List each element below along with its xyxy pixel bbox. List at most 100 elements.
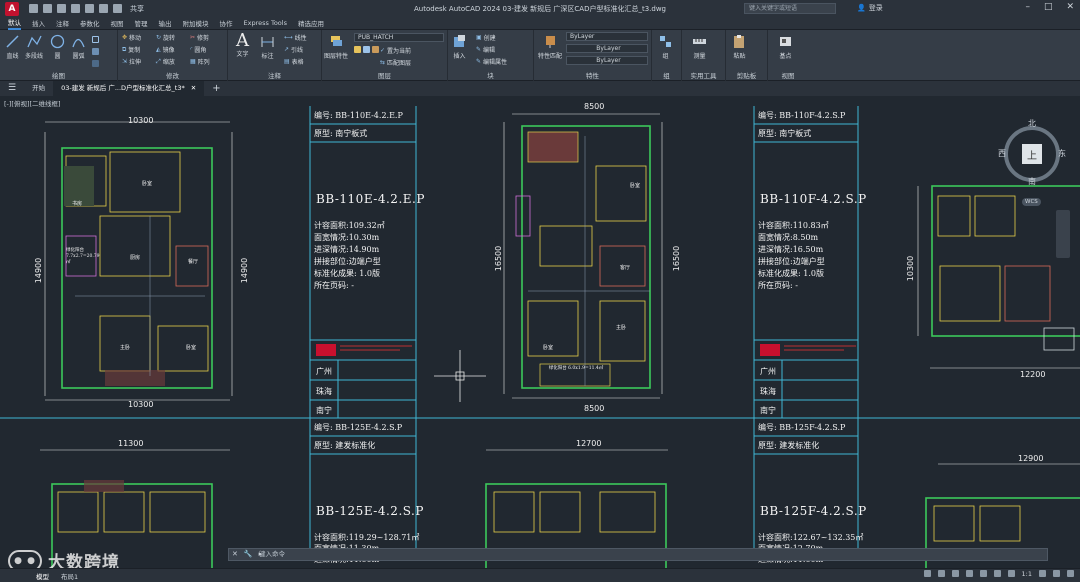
polyline-tool[interactable]: 多段线 bbox=[25, 34, 43, 60]
wrench-icon[interactable]: 🔧 bbox=[244, 550, 253, 558]
layers-panel-title[interactable]: 图层 bbox=[322, 70, 447, 80]
move-tool[interactable]: ✥ 移动 bbox=[122, 33, 141, 42]
help-search-input[interactable]: 键入关键字或短语 bbox=[744, 3, 836, 14]
insert-block-tool[interactable]: 插入 bbox=[452, 34, 467, 60]
ribbon-tab[interactable]: Express Tools bbox=[244, 19, 287, 27]
color-dropdown[interactable]: ByLayer bbox=[566, 32, 648, 41]
autocad-logo-icon[interactable]: A bbox=[5, 1, 19, 16]
arc-tool[interactable]: 圆弧 bbox=[71, 34, 86, 60]
share-button[interactable]: 共享 bbox=[130, 4, 144, 14]
workspace-icon[interactable] bbox=[1053, 570, 1060, 577]
layer-properties-tool[interactable]: 图层特性 bbox=[324, 34, 348, 60]
modify-panel-title[interactable]: 修改 bbox=[118, 70, 227, 80]
ribbon-tab[interactable]: 插入 bbox=[32, 18, 45, 28]
plot-icon[interactable] bbox=[85, 4, 94, 13]
linear-dim-tool[interactable]: ⟷ 线性 bbox=[284, 33, 307, 42]
group-tool[interactable]: 组 bbox=[658, 34, 673, 60]
copy-tool[interactable]: ⧉ 复制 bbox=[122, 45, 140, 55]
boundary-tool[interactable] bbox=[92, 60, 99, 67]
osnap-icon[interactable] bbox=[993, 570, 1001, 577]
viewcube[interactable]: 上 北 南 东 西 bbox=[998, 119, 1066, 187]
login-button[interactable]: 👤 登录 bbox=[857, 3, 883, 13]
ribbon-tab[interactable]: 输出 bbox=[159, 18, 172, 28]
edit-block-tool[interactable]: ✎ 编辑 bbox=[476, 45, 495, 54]
drawing-tab[interactable]: 03-建发 新规后 广...D户型标准化汇总_t3* ✕ bbox=[53, 81, 205, 96]
customize-icon[interactable] bbox=[1067, 570, 1074, 577]
layout-tab[interactable]: 布局1 bbox=[55, 571, 84, 581]
viewcube-north[interactable]: 北 bbox=[1028, 118, 1036, 129]
edit-attributes-tool[interactable]: ✎ 编辑属性 bbox=[476, 57, 507, 66]
app-menu-icon[interactable]: ☰ bbox=[0, 81, 24, 96]
ribbon-tab[interactable]: 视图 bbox=[111, 18, 124, 28]
ribbon-tab[interactable]: 附加模块 bbox=[183, 18, 209, 28]
draw-panel-title[interactable]: 绘图 bbox=[0, 70, 117, 80]
properties-panel-title[interactable]: 特性 bbox=[534, 70, 651, 80]
leader-tool[interactable]: ↗ 引线 bbox=[284, 45, 303, 54]
table-tool[interactable]: ▤ 表格 bbox=[284, 57, 304, 66]
navigation-bar[interactable] bbox=[1056, 210, 1070, 258]
rotate-tool[interactable]: ↻ 旋转 bbox=[156, 33, 175, 42]
undo-icon[interactable] bbox=[99, 4, 108, 13]
line-tool[interactable]: 直线 bbox=[5, 34, 20, 60]
lock-icon[interactable] bbox=[372, 46, 379, 53]
layer-dropdown[interactable]: PUB_HATCH bbox=[354, 33, 444, 42]
ribbon-tab[interactable]: 参数化 bbox=[80, 18, 100, 28]
close-icon[interactable]: ✕ bbox=[1066, 2, 1074, 12]
start-tab[interactable]: 开始 bbox=[24, 81, 53, 96]
bulb-icon[interactable] bbox=[354, 46, 361, 53]
annotation-scale-icon[interactable] bbox=[1007, 570, 1015, 577]
base-view-tool[interactable]: 基点 bbox=[778, 34, 793, 60]
fillet-tool[interactable]: ◜ 圆角 bbox=[190, 45, 206, 54]
mirror-tool[interactable]: ◭ 镜像 bbox=[156, 45, 175, 54]
lineweight-dropdown[interactable]: ByLayer bbox=[566, 56, 648, 65]
ribbon-tab[interactable]: 默认 bbox=[8, 17, 21, 30]
block-panel-title[interactable]: 块 bbox=[448, 70, 533, 80]
annotation-scale[interactable]: 1:1 bbox=[1022, 570, 1032, 578]
match-layer-tool[interactable]: ⇆ 匹配图层 bbox=[380, 58, 411, 67]
text-tool[interactable]: A 文字 bbox=[236, 32, 249, 59]
ortho-icon[interactable] bbox=[965, 570, 973, 577]
array-tool[interactable]: ▦ 阵列 bbox=[190, 57, 210, 66]
open-file-icon[interactable] bbox=[43, 4, 52, 13]
scale-tool[interactable]: ⤢ 缩放 bbox=[156, 57, 175, 67]
redo-icon[interactable] bbox=[113, 4, 122, 13]
viewcube-top-face[interactable]: 上 bbox=[1022, 144, 1042, 164]
close-tab-icon[interactable]: ✕ bbox=[191, 84, 196, 92]
groups-panel-title[interactable]: 组 bbox=[652, 70, 681, 80]
save-as-icon[interactable] bbox=[71, 4, 80, 13]
linetype-dropdown[interactable]: ByLayer bbox=[566, 44, 648, 53]
save-icon[interactable] bbox=[57, 4, 66, 13]
paste-tool[interactable]: 粘贴 bbox=[732, 34, 747, 60]
annotation-panel-title[interactable]: 注释 bbox=[228, 70, 321, 80]
sun-icon[interactable] bbox=[363, 46, 370, 53]
minimize-icon[interactable]: – bbox=[1025, 2, 1030, 12]
clipboard-panel-title[interactable]: 剪贴板 bbox=[726, 70, 767, 80]
new-tab-button[interactable]: + bbox=[204, 81, 228, 96]
model-space-icon[interactable] bbox=[923, 570, 931, 577]
ribbon-tab[interactable]: 注释 bbox=[56, 18, 69, 28]
dimension-tool[interactable]: 标注 bbox=[260, 34, 275, 60]
viewcube-south[interactable]: 南 bbox=[1028, 176, 1036, 187]
trim-tool[interactable]: ✂ 修剪 bbox=[190, 33, 209, 42]
wcs-menu[interactable]: WCS bbox=[1022, 198, 1041, 206]
drawing-canvas[interactable]: [-][俯视][二维线框] 10300 10300 14900 14900 85… bbox=[0, 96, 1080, 568]
grid-icon[interactable] bbox=[937, 570, 945, 577]
rectangle-tool[interactable] bbox=[92, 36, 99, 43]
measure-tool[interactable]: 测量 bbox=[692, 34, 707, 60]
polar-icon[interactable] bbox=[979, 570, 987, 577]
ribbon-tab[interactable]: 协作 bbox=[220, 18, 233, 28]
command-line-input[interactable]: 键入命令 bbox=[228, 548, 1048, 561]
circle-tool[interactable]: 圆 bbox=[50, 34, 65, 60]
viewport-controls[interactable]: [-][俯视][二维线框] bbox=[4, 98, 61, 108]
stretch-tool[interactable]: ⇲ 拉伸 bbox=[122, 57, 141, 66]
snap-icon[interactable] bbox=[951, 570, 959, 577]
ribbon-tab[interactable]: 管理 bbox=[135, 18, 148, 28]
ribbon-tab[interactable]: 精选应用 bbox=[298, 18, 324, 28]
viewcube-east[interactable]: 东 bbox=[1058, 148, 1066, 159]
match-properties-tool[interactable]: 特性匹配 bbox=[538, 34, 562, 60]
settings-gear-icon[interactable] bbox=[1039, 570, 1046, 577]
hatch-tool[interactable] bbox=[92, 48, 99, 55]
view-panel-title[interactable]: 视图 bbox=[768, 70, 808, 80]
new-file-icon[interactable] bbox=[29, 4, 38, 13]
create-block-tool[interactable]: ▣ 创建 bbox=[476, 33, 496, 42]
